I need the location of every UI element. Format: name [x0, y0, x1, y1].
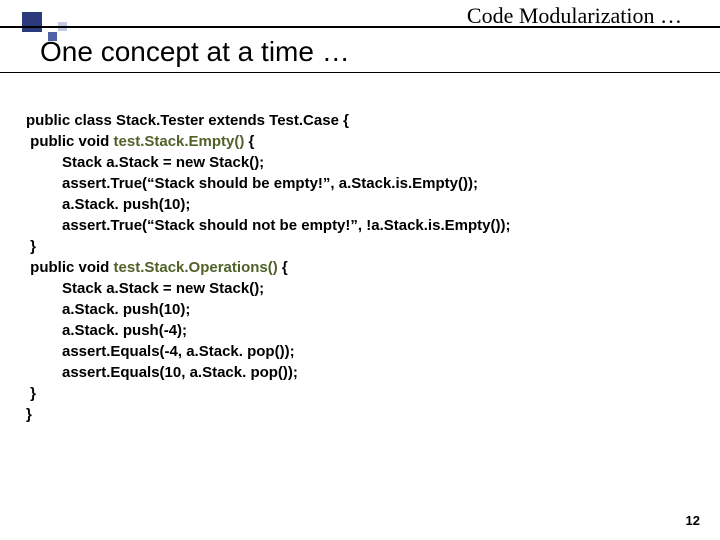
code-text: {: [278, 259, 288, 276]
slide: Code Modularization … One concept at a t…: [0, 0, 720, 540]
code-text: public void: [26, 133, 114, 150]
code-line: }: [26, 404, 700, 425]
code-line: assert.Equals(-4, a.Stack. pop());: [26, 341, 700, 362]
sub-rule: [0, 72, 720, 73]
method-name: test.Stack.Operations(): [114, 259, 278, 276]
code-block: public class Stack.Tester extends Test.C…: [26, 110, 700, 425]
code-line: public void test.Stack.Empty() {: [26, 131, 700, 152]
code-line: assert.True(“Stack should not be empty!”…: [26, 215, 700, 236]
code-line: a.Stack. push(-4);: [26, 320, 700, 341]
code-line: }: [26, 236, 700, 257]
code-text: {: [244, 133, 254, 150]
code-line: a.Stack. push(10);: [26, 194, 700, 215]
code-line: assert.True(“Stack should be empty!”, a.…: [26, 173, 700, 194]
decor-square-large: [22, 12, 42, 32]
eyebrow-text: Code Modularization …: [467, 3, 682, 29]
code-text: public void: [26, 259, 114, 276]
code-line: public class Stack.Tester extends Test.C…: [26, 110, 700, 131]
code-line: }: [26, 383, 700, 404]
code-line: public void test.Stack.Operations() {: [26, 257, 700, 278]
page-number: 12: [686, 513, 700, 528]
method-name: test.Stack.Empty(): [114, 133, 245, 150]
code-line: a.Stack. push(10);: [26, 299, 700, 320]
slide-title: One concept at a time …: [40, 36, 350, 68]
code-line: Stack a.Stack = new Stack();: [26, 278, 700, 299]
code-line: Stack a.Stack = new Stack();: [26, 152, 700, 173]
code-line: assert.Equals(10, a.Stack. pop());: [26, 362, 700, 383]
